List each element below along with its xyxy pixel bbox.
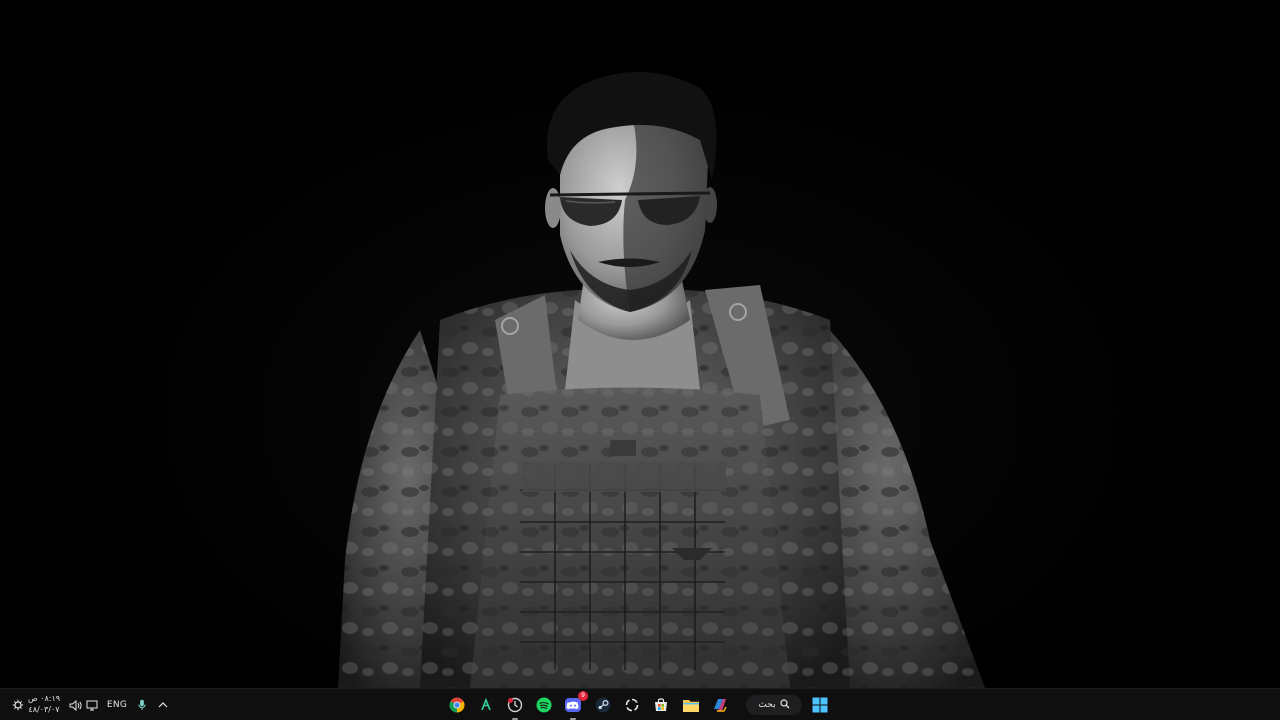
lambda-app-icon[interactable] — [475, 694, 497, 716]
microphone-icon[interactable] — [134, 697, 150, 713]
taskbar: ٠٨:١٩ ص ٤٨/٠٣/٠٧ ENG 9 بحث — [0, 688, 1280, 720]
spotify-icon[interactable] — [533, 694, 555, 716]
windows-start-icon[interactable] — [809, 694, 831, 716]
steam-icon[interactable] — [592, 694, 614, 716]
taskbar-search[interactable]: بحث — [746, 695, 802, 715]
desktop-screen: ٠٨:١٩ ص ٤٨/٠٣/٠٧ ENG 9 بحث — [0, 0, 1280, 720]
clock-time: ٠٨:١٩ ص — [27, 694, 61, 703]
discord-icon[interactable]: 9 — [562, 691, 588, 720]
store-icon[interactable] — [650, 694, 672, 716]
soldier-character-render — [338, 71, 985, 688]
search-icon — [779, 698, 790, 712]
chrome-icon[interactable] — [446, 694, 468, 716]
copilot-icon[interactable] — [709, 694, 731, 716]
network-icon[interactable] — [84, 697, 100, 713]
game-viewport[interactable] — [0, 0, 1280, 688]
folder-icon[interactable] — [680, 694, 702, 716]
search-label: بحث — [758, 700, 776, 710]
clock-app-icon[interactable] — [504, 694, 526, 720]
notification-settings-icon[interactable] — [10, 697, 26, 713]
system-tray: ٠٨:١٩ ص ٤٨/٠٣/٠٧ ENG — [0, 689, 180, 720]
ring-app-icon[interactable] — [621, 694, 643, 716]
discord-notification-badge: 9 — [578, 691, 588, 701]
language-indicator[interactable]: ENG — [104, 697, 130, 713]
taskbar-clock[interactable]: ٠٨:١٩ ص ٤٨/٠٣/٠٧ — [26, 693, 62, 715]
chevron-up-icon[interactable] — [155, 697, 171, 713]
clock-date: ٤٨/٠٣/٠٧ — [28, 705, 60, 714]
volume-icon[interactable] — [67, 697, 83, 713]
